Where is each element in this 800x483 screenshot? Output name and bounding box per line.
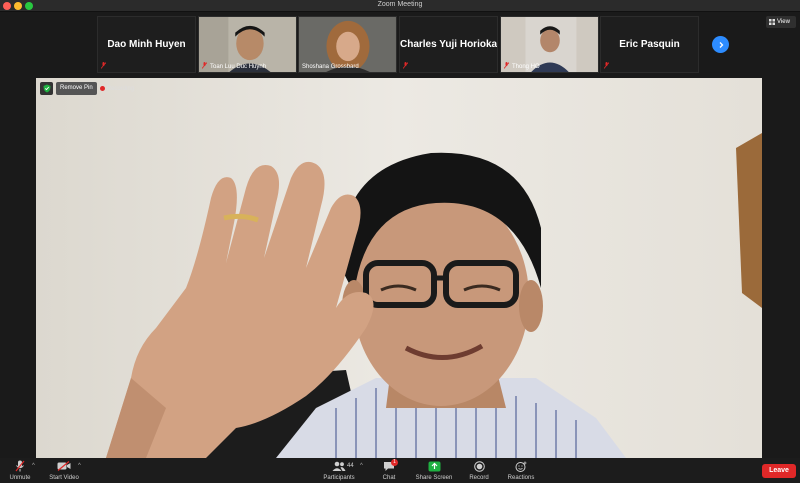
window-title-bar: Zoom Meeting	[0, 0, 800, 12]
unmute-button[interactable]: Unmute	[5, 460, 35, 481]
reactions-button[interactable]: Reactions	[504, 460, 538, 481]
chat-unread-badge: 1	[391, 459, 398, 466]
view-button[interactable]: View	[766, 16, 796, 28]
microphone-muted-icon	[15, 460, 25, 472]
shield-check-icon	[43, 84, 50, 93]
video-options-caret-icon[interactable]: ^	[78, 463, 81, 469]
participants-count: 44	[347, 463, 354, 469]
start-video-label: Start Video	[49, 475, 79, 481]
grid-icon	[769, 19, 775, 25]
mic-muted-icon	[101, 62, 106, 69]
recording-dot-icon	[99, 86, 105, 91]
participant-tile[interactable]: Dao Minh Huyen	[97, 16, 196, 73]
reactions-label: Reactions	[507, 475, 535, 481]
mic-muted-icon	[202, 62, 207, 69]
chat-label: Chat	[382, 475, 396, 481]
remove-pin-button[interactable]: Remove Pin	[56, 82, 97, 95]
participant-tile[interactable]: Eric Pasquin	[600, 16, 699, 73]
participant-name: Shoshana Grossbard	[302, 64, 359, 70]
pin-controls: Remove Pin Recording	[40, 82, 134, 95]
mic-muted-icon	[604, 62, 609, 69]
participant-tile[interactable]: Charles Yuji Horioka	[399, 16, 498, 73]
participant-name: Dao Minh Huyen	[107, 39, 186, 50]
record-icon	[473, 460, 485, 472]
start-video-button[interactable]: Start Video	[46, 460, 82, 481]
leave-meeting-button[interactable]: Leave	[762, 464, 796, 478]
unmute-label: Unmute	[9, 475, 31, 481]
participant-name: Charles Yuji Horioka	[400, 39, 498, 50]
mic-muted-icon	[504, 62, 509, 69]
participant-tile[interactable]: Toan Luu Duc Huynh	[198, 16, 297, 73]
speaker-video-frame	[36, 78, 762, 458]
share-screen-label: Share Screen	[415, 475, 453, 481]
gallery-strip: Dao Minh Huyen Toan Luu Duc Huynh Shosha…	[0, 16, 800, 73]
view-label: View	[777, 19, 790, 25]
participant-name: Thong HO	[512, 64, 540, 70]
record-button[interactable]: Record	[464, 460, 494, 481]
recording-label: Recording	[106, 85, 135, 92]
chevron-right-icon	[719, 41, 723, 48]
video-camera-off-icon	[57, 461, 71, 471]
participant-name: Toan Luu Duc Huynh	[210, 64, 267, 70]
participant-tile[interactable]: Shoshana Grossbard	[298, 16, 397, 73]
share-screen-button[interactable]: Share Screen	[412, 460, 456, 481]
participants-label: Participants	[323, 475, 355, 481]
share-screen-icon	[428, 461, 440, 471]
record-label: Record	[469, 475, 489, 481]
main-speaker-video	[36, 78, 762, 458]
mic-muted-icon	[403, 62, 408, 69]
audio-options-caret-icon[interactable]: ^	[32, 463, 35, 469]
participants-options-caret-icon[interactable]: ^	[360, 463, 363, 469]
participants-icon	[332, 461, 346, 471]
recording-indicator: Recording	[99, 85, 135, 92]
window-title: Zoom Meeting	[377, 1, 423, 8]
meeting-toolbar: Unmute ^ Start Video ^ Participants 44 ^…	[0, 458, 800, 483]
security-status[interactable]	[40, 82, 53, 95]
participant-name: Eric Pasquin	[619, 39, 680, 50]
participant-tile[interactable]: Thong HO	[500, 16, 599, 73]
next-page-button[interactable]	[712, 36, 729, 53]
chat-button[interactable]: Chat	[375, 460, 403, 481]
smiley-face-plus-icon	[515, 461, 527, 472]
